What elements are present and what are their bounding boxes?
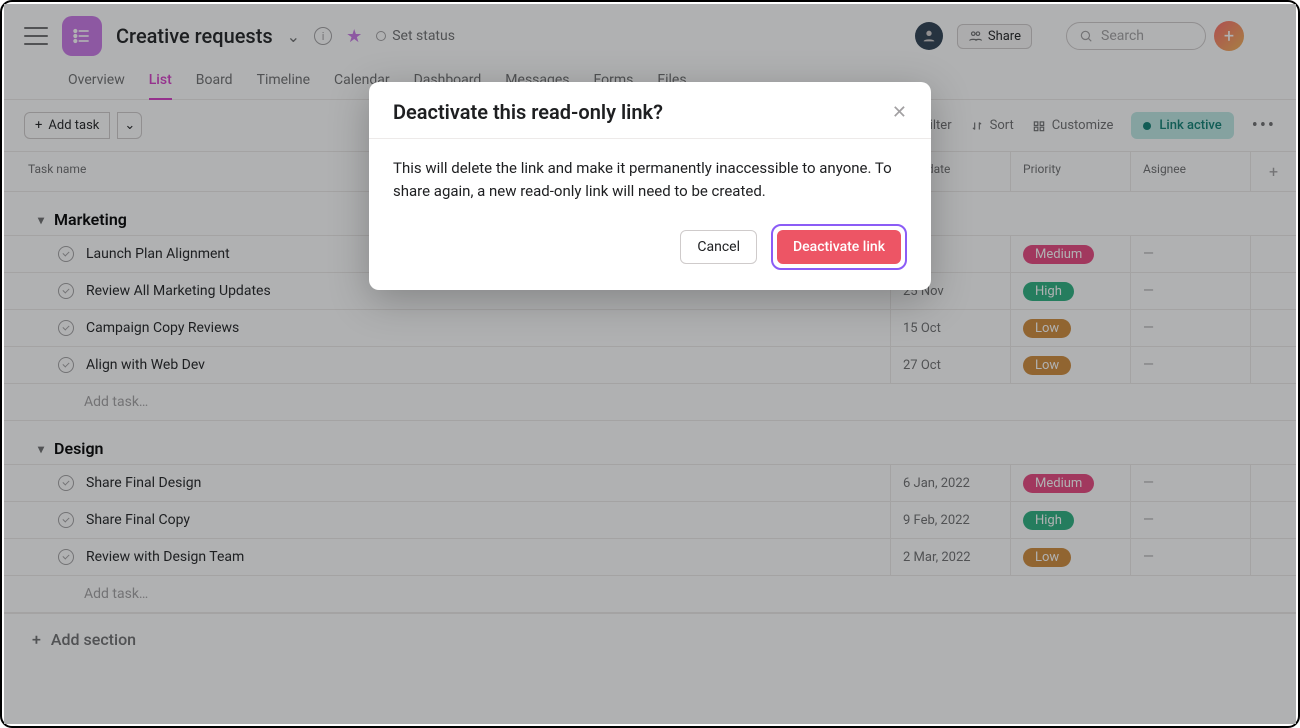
modal-body: This will delete the link and make it pe… <box>369 138 931 220</box>
deactivate-link-modal: Deactivate this read-only link? ✕ This w… <box>369 82 931 290</box>
app-root: Creative requests ⌄ i ★ Set status Share… <box>4 4 1296 724</box>
focus-ring: Deactivate link <box>771 224 907 270</box>
deactivate-link-button[interactable]: Deactivate link <box>777 230 901 264</box>
cancel-button[interactable]: Cancel <box>680 230 757 264</box>
modal-overlay[interactable]: Deactivate this read-only link? ✕ This w… <box>4 4 1296 724</box>
close-icon[interactable]: ✕ <box>892 102 907 123</box>
modal-title: Deactivate this read-only link? <box>393 100 892 124</box>
